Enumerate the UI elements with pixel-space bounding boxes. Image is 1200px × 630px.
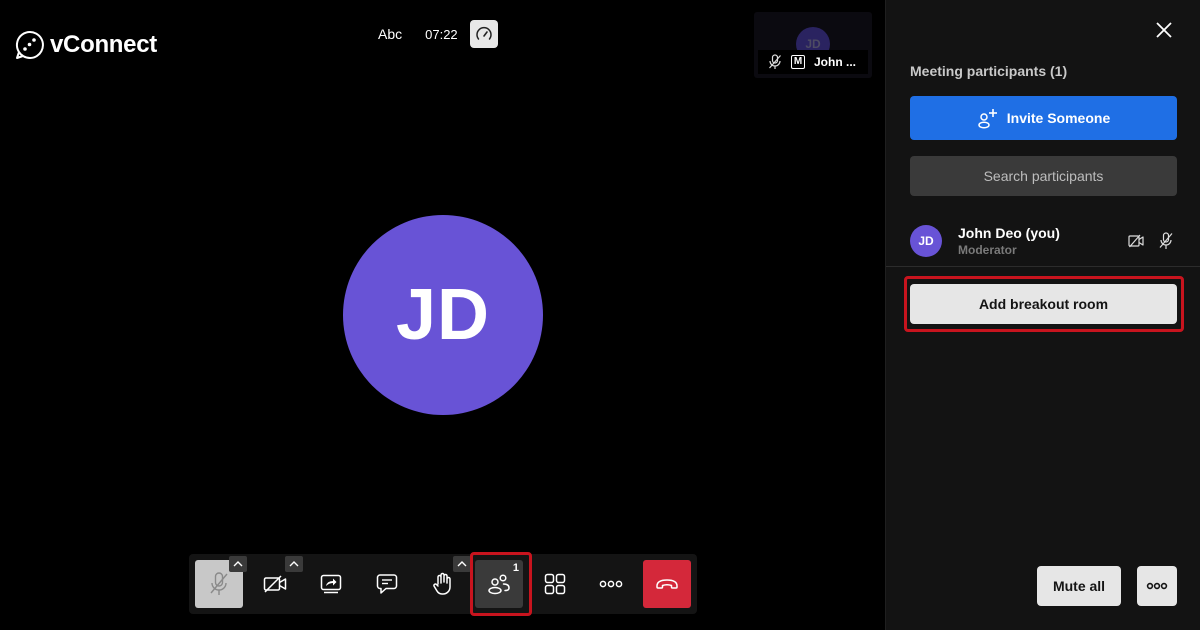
participant-role: Moderator: [958, 243, 1017, 257]
hand-icon: [433, 572, 451, 595]
thumbnail-name: John ...: [814, 55, 856, 69]
main-participant-avatar: JD: [343, 215, 543, 415]
participant-row: JD John Deo (you) Moderator: [910, 222, 1177, 260]
app-name: vConnect: [50, 31, 157, 58]
more-icon: [1146, 582, 1168, 590]
invite-label: Invite Someone: [1006, 110, 1111, 126]
room-name: Abc: [378, 26, 403, 42]
add-user-icon: [978, 109, 997, 129]
layout-button[interactable]: [531, 560, 579, 608]
meeting-info-bar: Abc 07:22: [378, 20, 498, 48]
video-stage: vConnect Abc 07:22 JD M John ... JD 1: [0, 0, 885, 630]
microphone-options-button[interactable]: [229, 556, 247, 572]
moderator-badge: M: [791, 55, 805, 69]
panel-divider: [886, 266, 1200, 267]
invite-someone-button[interactable]: Invite Someone: [910, 96, 1177, 140]
participants-button[interactable]: 1: [475, 560, 523, 608]
participant-name: John Deo (you): [958, 225, 1060, 241]
app-logo: vConnect: [14, 29, 157, 61]
share-screen-button[interactable]: [307, 560, 355, 608]
mic-off-icon: [210, 572, 228, 595]
chevron-up-icon: [457, 561, 467, 567]
search-participants-input[interactable]: [910, 156, 1177, 196]
participants-panel: Meeting participants (1) Invite Someone …: [885, 0, 1200, 630]
more-icon: [599, 580, 623, 588]
raise-hand-options-button[interactable]: [453, 556, 471, 572]
chevron-up-icon: [233, 561, 243, 567]
performance-button[interactable]: [469, 20, 498, 48]
hang-up-icon: [656, 579, 678, 589]
chat-icon: [376, 574, 398, 594]
grid-icon: [544, 573, 566, 595]
camera-options-button[interactable]: [285, 556, 303, 572]
panel-title: Meeting participants (1): [910, 63, 1068, 79]
participants-icon: [488, 574, 510, 595]
chevron-up-icon: [289, 561, 299, 567]
mic-off-icon[interactable]: [1158, 232, 1174, 250]
close-icon: [1156, 22, 1172, 38]
participant-avatar: JD: [910, 225, 942, 257]
camera-off-icon: [263, 575, 287, 593]
logo-icon: [15, 30, 44, 59]
mic-off-icon: [769, 54, 781, 69]
participants-count-badge: 1: [512, 562, 519, 574]
thumbnail-info-bar: M John ...: [758, 50, 868, 74]
add-breakout-room-button[interactable]: Add breakout room: [910, 284, 1177, 324]
share-screen-icon: [320, 574, 342, 594]
camera-off-icon[interactable]: [1128, 233, 1144, 249]
speedometer-icon: [475, 26, 492, 40]
meeting-timer: 07:22: [425, 26, 458, 42]
self-view-thumbnail[interactable]: JD M John ...: [754, 12, 872, 78]
panel-more-options-button[interactable]: [1137, 566, 1177, 606]
close-panel-button[interactable]: [1154, 20, 1174, 40]
mute-all-button[interactable]: Mute all: [1037, 566, 1121, 606]
meeting-toolbar: 1: [189, 554, 697, 614]
more-options-button[interactable]: [587, 560, 635, 608]
leave-meeting-button[interactable]: [643, 560, 691, 608]
chat-button[interactable]: [363, 560, 411, 608]
